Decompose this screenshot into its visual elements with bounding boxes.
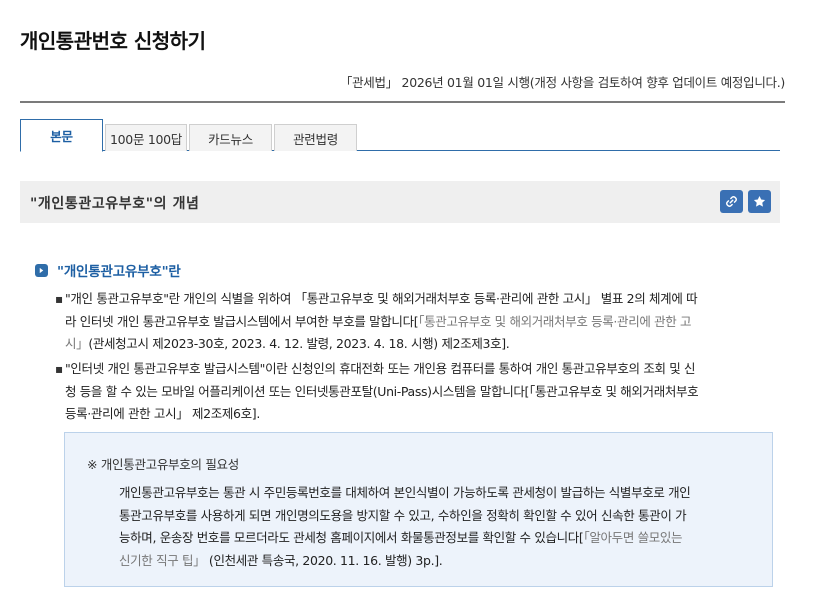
text-line: 라 인터넷 개인 통관고유부호 발급시스템에서 부여한 부호를 말합니다[「통관…	[65, 313, 692, 329]
bullet-marker: ▪	[55, 292, 63, 306]
text-line: 등록·관리에 관한 고시」 제2조제6호].	[65, 406, 260, 421]
reference-link[interactable]: 신기한 직구 팁」	[119, 553, 206, 568]
text-line: "개인 통관고유부호"란 개인의 식별을 위하여 「통관고유부호 및 해외거래처…	[65, 291, 698, 306]
section-header: "개인통관고유부호"의 개념	[20, 181, 780, 223]
reference-link[interactable]: 「통관고유부호 및 해외거래처부호 등록·관리에 관한 고	[418, 314, 691, 329]
tab-card-news[interactable]: 카드뉴스	[189, 124, 272, 151]
definition-paragraph-2: ▪ "인터넷 개인 통관고유부호 발급시스템"이란 신청인의 휴대전화 또는 개…	[55, 358, 770, 426]
star-icon	[753, 195, 766, 207]
bookmark-button[interactable]	[748, 190, 771, 213]
text-line: 능하며, 운송장 번호를 모르더라도 관세청 홈페이지에서 화물통관정보를 확인…	[119, 530, 683, 545]
note-box: ※ 개인통관고유부호의 필요성 개인통관고유부호는 통관 시 주민등록번호를 대…	[64, 432, 773, 587]
tab-main-text[interactable]: 본문	[20, 119, 103, 152]
subheading-text: "개인통관고유부호"란	[57, 264, 181, 280]
text-line: 시」(관세청고시 제2023-30호, 2023. 4. 12. 발령, 202…	[65, 336, 510, 351]
chevron-right-icon	[35, 263, 48, 277]
copy-link-button[interactable]	[720, 190, 743, 213]
reference-link[interactable]: 시」	[65, 336, 89, 351]
note-body: 개인통관고유부호는 통관 시 주민등록번호를 대체하여 본인식별이 가능하도록 …	[119, 482, 759, 572]
bullet-marker: ▪	[55, 362, 63, 376]
text-line: 통관고유부호를 사용하게 되면 개인명의도용을 방지할 수 있고, 수하인을 정…	[119, 507, 687, 523]
text-line: 개인통관고유부호는 통관 시 주민등록번호를 대체하여 본인식별이 가능하도록 …	[119, 485, 691, 500]
tab-bar: 본문 100문 100답 카드뉴스 관련법령	[20, 119, 780, 152]
tab-100-qa[interactable]: 100문 100답	[105, 124, 187, 151]
page-title: 개인통관번호 신청하기	[20, 29, 206, 53]
link-icon	[726, 196, 737, 207]
header-divider	[20, 101, 785, 103]
definition-paragraph-1: ▪ "개인 통관고유부호"란 개인의 식별을 위하여 「통관고유부호 및 해외거…	[55, 288, 770, 356]
section-title: "개인통관고유부호"의 개념	[30, 196, 200, 212]
reference-link[interactable]: 「알아두면 쓸모있는	[583, 530, 682, 545]
law-info: 「관세법」 2026년 01월 01일 시행(개정 사항을 검토하여 향후 업데…	[339, 75, 785, 90]
note-title: ※ 개인통관고유부호의 필요성	[87, 457, 239, 472]
text-line: 청 등을 할 수 있는 모바일 어플리케이션 또는 인터넷통관포탈(Uni-Pa…	[65, 383, 699, 399]
tab-related-laws[interactable]: 관련법령	[274, 124, 357, 151]
text-line: 신기한 직구 팁」 (인천세관 특송국, 2020. 11. 16. 발행) 3…	[119, 552, 443, 568]
subheading: "개인통관고유부호"란	[35, 260, 181, 280]
text-line: "인터넷 개인 통관고유부호 발급시스템"이란 신청인의 휴대전화 또는 개인용…	[65, 361, 696, 376]
